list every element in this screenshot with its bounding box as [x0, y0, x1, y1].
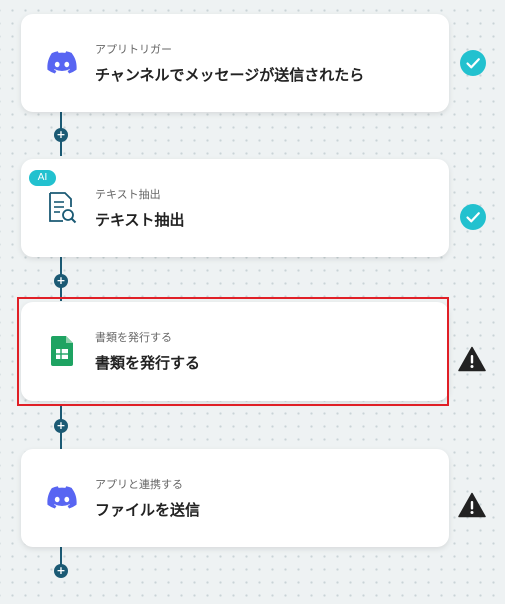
flow-step-card-send-file[interactable]: アプリと連携する ファイルを送信 [21, 449, 449, 547]
step-title: ファイルを送信 [95, 501, 201, 519]
add-step-button[interactable]: + [54, 564, 68, 578]
add-step-button[interactable]: + [54, 419, 68, 433]
add-step-button[interactable]: + [54, 128, 68, 142]
step-title: チャンネルでメッセージが送信されたら [95, 66, 365, 84]
step-subtitle: アプリトリガー [95, 43, 172, 56]
discord-icon [43, 44, 81, 82]
document-search-icon [43, 189, 81, 227]
check-circle-icon [460, 204, 486, 230]
check-circle-icon [460, 50, 486, 76]
selection-highlight [17, 297, 449, 406]
ai-badge: AI [29, 170, 56, 186]
add-step-button[interactable]: + [54, 274, 68, 288]
step-title: テキスト抽出 [95, 211, 185, 229]
step-subtitle: テキスト抽出 [95, 188, 161, 201]
discord-icon [43, 479, 81, 517]
warning-icon [458, 492, 486, 518]
warning-icon [458, 346, 486, 372]
step-subtitle: アプリと連携する [95, 478, 183, 491]
flow-step-card-text-extraction[interactable]: テキスト抽出 テキスト抽出 [21, 159, 449, 257]
flow-step-card-trigger[interactable]: アプリトリガー チャンネルでメッセージが送信されたら [21, 14, 449, 112]
